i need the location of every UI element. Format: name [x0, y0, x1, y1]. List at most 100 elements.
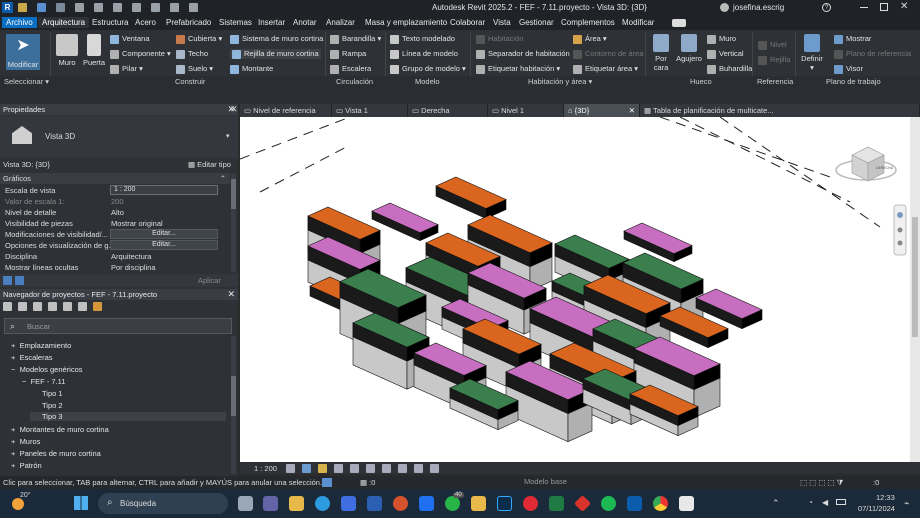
whatsapp-icon[interactable]	[445, 496, 460, 511]
measure-icon[interactable]	[132, 3, 141, 12]
excel-icon[interactable]	[549, 496, 564, 511]
tree-montantes[interactable]: + Montantes de muro cortina	[11, 425, 109, 434]
escalera-button[interactable]: Escalera	[330, 64, 371, 74]
start-icon[interactable]	[74, 496, 88, 510]
ribbon-toggle-icon[interactable]	[672, 19, 686, 27]
close-button[interactable]: ✕	[900, 1, 908, 12]
pinterest-icon[interactable]	[523, 496, 538, 511]
notification-icon[interactable]: ⌁	[904, 498, 909, 509]
seleccionar-dropdown[interactable]: Seleccionar ▾	[4, 77, 49, 86]
revit-taskbar-icon[interactable]	[627, 496, 642, 511]
suelo-button[interactable]: Suelo ▾	[176, 64, 213, 74]
tree-modelos-genericos[interactable]: − Modelos genéricos	[11, 365, 83, 374]
revit-logo-icon[interactable]: R	[2, 2, 13, 13]
prop-row[interactable]: Escala de vista 1 : 200	[0, 185, 238, 196]
3d-view-icon[interactable]	[170, 3, 179, 12]
chrome-icon[interactable]	[653, 496, 668, 511]
definir-button[interactable]: Definir ▾	[800, 34, 824, 72]
wifi-icon[interactable]: ◔	[808, 498, 813, 507]
user-name[interactable]: josefina.escrig	[733, 3, 784, 12]
tree-fef[interactable]: − FEF - 7.11	[22, 377, 65, 386]
tab-3d[interactable]: ⌂ {3D} ✕	[564, 104, 640, 117]
pilar-button[interactable]: Pilar ▾	[110, 64, 143, 74]
grupo-modelo-button[interactable]: Grupo de modelo ▾	[390, 64, 466, 74]
cubierta-button[interactable]: Cubierta ▾	[176, 34, 222, 44]
componente-button[interactable]: Componente ▾	[110, 49, 171, 59]
sync-icon[interactable]	[56, 3, 65, 12]
print-icon[interactable]	[113, 3, 122, 12]
tree-muros[interactable]: + Muros	[11, 437, 40, 446]
scale-input[interactable]: 1 : 200	[110, 185, 218, 195]
vertical-scrollbar[interactable]	[910, 117, 920, 462]
rejilla-muro-button[interactable]: Rejilla de muro cortina	[230, 49, 321, 59]
tree-tipo-2[interactable]: Tipo 2	[42, 401, 63, 410]
close-icon[interactable]: ✕	[227, 289, 235, 300]
menu-masa[interactable]: Masa y emplazamiento	[365, 18, 447, 27]
mostrar-button[interactable]: Mostrar	[834, 34, 871, 44]
menu-insertar[interactable]: Insertar	[258, 18, 285, 27]
tree-tipo-3[interactable]: Tipo 3	[30, 412, 226, 421]
menu-archivo[interactable]: Archivo	[2, 17, 37, 28]
quick-access-toolbar[interactable]	[18, 3, 248, 12]
tab-vista-1[interactable]: ▭ Vista 1	[332, 104, 408, 117]
pan-icon[interactable]	[897, 227, 903, 233]
taskbar-time[interactable]: 12:33	[876, 493, 895, 502]
dropbox-icon[interactable]	[419, 496, 434, 511]
contorno-area-button[interactable]: Contorno de área	[573, 49, 643, 59]
nivel-button[interactable]: Nivel	[758, 40, 787, 50]
prop-row[interactable]: Modificaciones de visibilidad/... Editar.…	[0, 229, 238, 240]
menu-prefabricado[interactable]: Prefabricado	[166, 18, 211, 27]
tab-derecha[interactable]: ▭ Derecha	[408, 104, 488, 117]
properties-help-icon[interactable]	[3, 276, 12, 285]
minimize-button[interactable]	[860, 7, 868, 8]
properties-scrollbar[interactable]	[231, 174, 236, 272]
menu-complementos[interactable]: Complementos	[561, 18, 615, 27]
generic-model-block[interactable]	[435, 176, 507, 219]
etiquetar-hab-button[interactable]: Etiquetar habitación ▾	[476, 64, 560, 74]
sun-path-icon[interactable]	[318, 464, 327, 473]
browser-sheet-icon[interactable]	[33, 302, 42, 311]
muro-hueco-button[interactable]: Muro	[707, 34, 736, 44]
sistema-muro-button[interactable]: Sistema de muro cortina	[230, 34, 323, 44]
help-icon[interactable]: ?	[822, 3, 831, 12]
area-button[interactable]: Área ▾	[573, 34, 607, 44]
properties-filter-icon[interactable]	[15, 276, 24, 285]
steering-wheel-icon[interactable]	[897, 212, 903, 218]
detail-level-icon[interactable]	[286, 464, 295, 473]
rampa-button[interactable]: Rampa	[330, 49, 366, 59]
visual-style-icon[interactable]	[302, 464, 311, 473]
ventana-button[interactable]: Ventana	[110, 34, 150, 44]
etiquetar-area-button[interactable]: Etiquetar área ▾	[573, 64, 638, 74]
menu-vista[interactable]: Vista	[493, 18, 511, 27]
task-view-icon[interactable]	[238, 496, 253, 511]
taskbar-search[interactable]: ⌕ Búsqueda	[98, 493, 228, 514]
folder-icon[interactable]	[471, 496, 486, 511]
save-icon[interactable]	[37, 3, 46, 12]
graphics-section-header[interactable]: Gráficos ⌃	[0, 173, 230, 184]
tree-patron[interactable]: + Patrón	[11, 461, 42, 470]
store-icon[interactable]	[341, 496, 356, 511]
modificar-button[interactable]: ➤ Modificar	[6, 34, 40, 70]
show-hidden-icon[interactable]: ⌃	[772, 498, 780, 509]
generic-model-block[interactable]	[623, 222, 693, 263]
close-icon[interactable]: ✕	[230, 104, 238, 115]
section-icon[interactable]	[189, 3, 198, 12]
3d-scene[interactable]: DERECHA	[240, 117, 910, 462]
puerta-button[interactable]: Puerta	[82, 34, 106, 67]
tree-paneles[interactable]: + Paneles de muro cortina	[11, 449, 101, 458]
browser-chain-icon[interactable]	[93, 302, 102, 311]
group-habitacion[interactable]: Habitación y área ▾	[528, 77, 592, 86]
prop-row[interactable]: Opciones de visualización de g... Editar.…	[0, 240, 238, 251]
menu-colaborar[interactable]: Colaborar	[450, 18, 485, 27]
design-option-field[interactable]: Modelo base	[510, 477, 600, 488]
prop-row[interactable]: Mostrar líneas ocultas Por disciplina	[0, 262, 238, 273]
teams-icon[interactable]	[263, 496, 278, 511]
tab-nivel-1[interactable]: ▭ Nivel 1	[488, 104, 564, 117]
powerpoint-icon[interactable]	[393, 496, 408, 511]
pdf-icon[interactable]	[679, 496, 694, 511]
spotify-icon[interactable]	[601, 496, 616, 511]
weather-icon[interactable]	[12, 498, 24, 510]
plano-ref-button[interactable]: Plano de referencia	[834, 49, 911, 59]
close-icon[interactable]: ✕	[629, 106, 635, 115]
text-icon[interactable]	[151, 3, 160, 12]
